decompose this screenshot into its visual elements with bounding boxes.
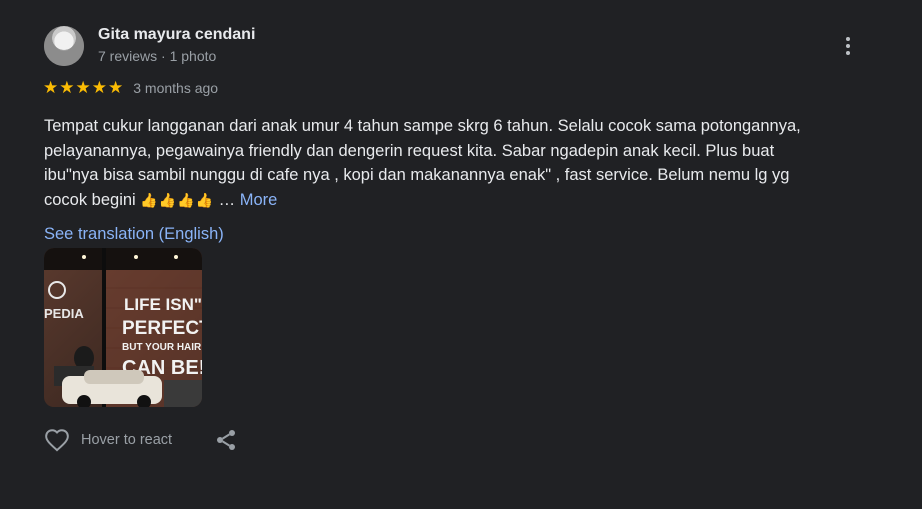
share-icon[interactable] xyxy=(214,428,238,452)
heart-outline-icon[interactable] xyxy=(44,427,70,453)
more-vert-icon-dot xyxy=(846,44,850,48)
avatar-image xyxy=(44,26,84,66)
star-icon: ★ xyxy=(43,78,59,97)
react-label: Hover to react xyxy=(81,432,173,448)
reviewer-avatar[interactable] xyxy=(44,26,84,66)
more-vert-icon-dot xyxy=(846,37,850,41)
star-icon: ★ xyxy=(108,78,124,97)
review-text: Tempat cukur langganan dari anak umur 4 … xyxy=(44,114,874,212)
review-line: Tempat cukur langganan dari anak umur 4 … xyxy=(44,117,801,135)
more-link[interactable]: More xyxy=(240,191,278,209)
review-date: 3 months ago xyxy=(133,80,219,96)
reviewer-meta: 7 reviews · 1 photo xyxy=(98,48,217,64)
star-icon: ★ xyxy=(59,78,75,97)
review-photo[interactable]: PEDIA LIFE ISN"T PERFECT BUT YOUR HAIR C… xyxy=(44,248,202,407)
more-vert-icon-dot xyxy=(846,51,850,55)
more-options-button[interactable] xyxy=(836,34,860,58)
review-card: Gita mayura cendani 7 reviews · 1 photo … xyxy=(0,0,922,509)
sign-left-text: PEDIA xyxy=(44,306,84,321)
review-line: pelayanannya, pegawainya friendly dan de… xyxy=(44,141,775,160)
window-text-line: BUT YOUR HAIR xyxy=(122,342,202,353)
see-translation-link[interactable]: See translation (English) xyxy=(44,225,224,244)
reviewer-name[interactable]: Gita mayura cendani xyxy=(98,26,255,44)
review-line: ibu"nya bisa sambil nunggu di cafe nya ,… xyxy=(44,166,790,184)
review-line: cocok begini xyxy=(44,190,136,209)
react-row: Hover to react xyxy=(44,427,172,453)
window-text-line: LIFE ISN"T xyxy=(124,295,202,314)
review-last-line: cocok begini 👍👍👍👍 … More xyxy=(44,188,874,213)
rating-row: ★ ★ ★ ★ ★ 3 months ago xyxy=(43,79,218,97)
ellipsis: … xyxy=(214,190,236,209)
star-rating: ★ ★ ★ ★ ★ xyxy=(43,79,123,97)
window-text-line: PERFECT xyxy=(122,318,202,339)
thumbs-up-emoji: 👍👍👍👍 xyxy=(140,191,215,208)
star-icon: ★ xyxy=(75,78,91,97)
star-icon: ★ xyxy=(91,78,107,97)
review-photo-image: PEDIA LIFE ISN"T PERFECT BUT YOUR HAIR C… xyxy=(44,248,202,407)
